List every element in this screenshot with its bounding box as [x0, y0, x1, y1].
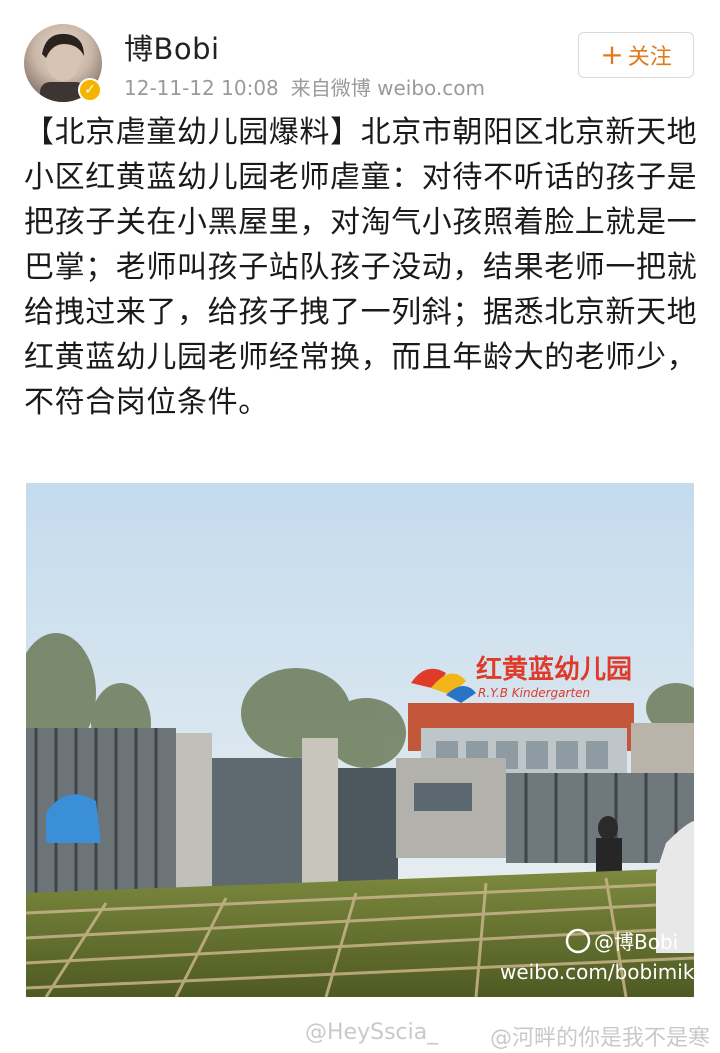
footer-watermark-1: @HeySscia_: [305, 1020, 439, 1045]
post-text: 【北京虐童幼儿园爆料】北京市朝阳区北京新天地小区红黄蓝幼儿园老师虐童：对待不听话…: [24, 115, 698, 420]
sign-chinese: 红黄蓝幼儿园: [476, 654, 632, 685]
plus-icon: +: [600, 38, 624, 71]
post-source[interactable]: 来自微博 weibo.com: [291, 76, 485, 100]
username[interactable]: 博Bobi: [124, 26, 220, 68]
timestamp: 12-11-12 10:08: [124, 76, 279, 100]
verified-badge-icon: ✓: [78, 78, 102, 102]
follow-label: 关注: [627, 45, 672, 70]
sign-english: R.Y.B Kindergarten: [478, 686, 590, 700]
watermark-user: @博Bobi: [594, 930, 678, 954]
watermark-url: weibo.com/bobimika: [500, 960, 694, 984]
follow-button[interactable]: + 关注: [578, 32, 694, 78]
footer-watermark-2: @河畔的你是我不是寒: [490, 1026, 711, 1051]
post-meta: 12-11-12 10:08 来自微博 weibo.com: [124, 72, 497, 101]
post-photo[interactable]: 红黄蓝幼儿园 R.Y.B Kindergarten @博Bobi weibo.c…: [26, 483, 694, 997]
footer-watermarks: @HeySscia_ @河畔的你是我不是寒: [0, 1012, 720, 1053]
